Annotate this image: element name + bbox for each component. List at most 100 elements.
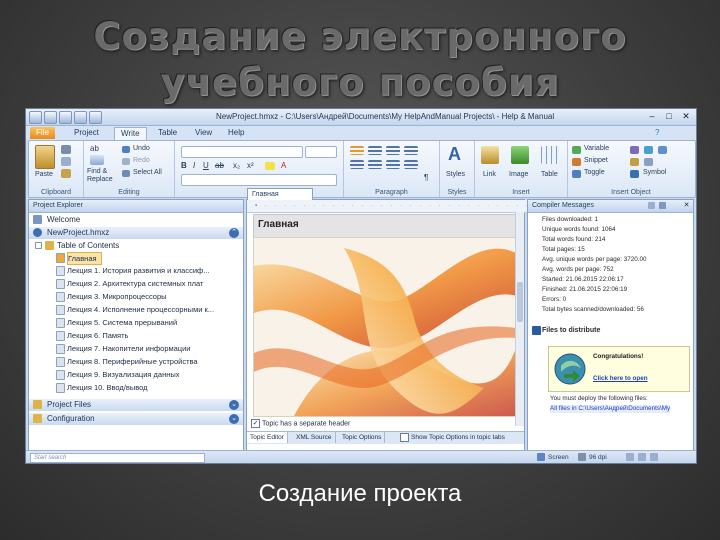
- symbol-icon[interactable]: [630, 170, 639, 178]
- topic-item[interactable]: Лекция 5. Система прерываний: [67, 317, 177, 328]
- scrollbar-thumb[interactable]: [517, 282, 523, 322]
- table-icon[interactable]: [541, 146, 559, 164]
- copy-messages-icon[interactable]: [648, 202, 655, 209]
- field-icon[interactable]: [644, 158, 653, 166]
- table-button[interactable]: Table: [541, 171, 558, 178]
- welcome-item[interactable]: Welcome: [47, 214, 80, 225]
- tab-table[interactable]: Table: [152, 127, 183, 139]
- snippet-icon[interactable]: [572, 158, 581, 166]
- image-button[interactable]: Image: [509, 171, 528, 178]
- link-icon[interactable]: [481, 146, 499, 164]
- save-icon[interactable]: [44, 111, 57, 124]
- style-dropdown[interactable]: [181, 174, 337, 186]
- strikethrough-icon[interactable]: ab: [215, 161, 224, 170]
- project-files-row[interactable]: Project Files ⌄: [29, 399, 243, 411]
- pilcrow-icon[interactable]: ¶: [424, 173, 428, 182]
- cut-icon[interactable]: [61, 145, 71, 154]
- undo-icon[interactable]: [122, 146, 130, 153]
- outdent-icon[interactable]: [404, 146, 418, 155]
- font-size-dropdown[interactable]: [305, 146, 337, 158]
- paste-button[interactable]: Paste: [35, 171, 53, 178]
- topic-item[interactable]: Лекция 2. Архитектура системных плат: [67, 278, 203, 289]
- close-icon[interactable]: ✕: [679, 111, 693, 122]
- font-color-icon[interactable]: A: [281, 161, 286, 170]
- object-icon[interactable]: [630, 146, 639, 154]
- topic-item[interactable]: Лекция 1. История развития и классиф...: [67, 265, 209, 276]
- redo-quick-icon[interactable]: [74, 111, 87, 124]
- screen-label[interactable]: Screen: [548, 454, 569, 461]
- undo-button[interactable]: Undo: [133, 145, 150, 152]
- topic-item[interactable]: Лекция 4. Исполнение процессорными к...: [67, 304, 214, 315]
- select-all-button[interactable]: Select All: [133, 169, 162, 176]
- view-print-icon[interactable]: [650, 453, 658, 461]
- topic-item[interactable]: Лекция 9. Визуализация данных: [67, 369, 180, 380]
- maximize-icon[interactable]: □: [662, 111, 676, 122]
- show-topic-options-toggle[interactable]: Show Topic Options in topic tabs: [397, 432, 508, 443]
- chevron-up-icon[interactable]: ⌃: [229, 228, 239, 238]
- chevron-down-icon[interactable]: ⌄: [229, 414, 239, 424]
- variable-icon[interactable]: [572, 146, 581, 154]
- toc-item[interactable]: Table of Contents: [57, 240, 119, 251]
- topic-item[interactable]: Главная: [67, 252, 102, 265]
- font-name-dropdown[interactable]: [181, 146, 303, 158]
- search-input[interactable]: Start search: [30, 453, 205, 463]
- compile-quick-icon[interactable]: [89, 111, 102, 124]
- tab-view[interactable]: View: [189, 127, 218, 139]
- bold-icon[interactable]: B: [181, 161, 187, 170]
- underline-icon[interactable]: U: [203, 161, 209, 170]
- toggle-icon[interactable]: [572, 170, 581, 178]
- configuration-row[interactable]: Configuration ⌄: [29, 413, 243, 425]
- numbering-icon[interactable]: [368, 146, 382, 155]
- undo-quick-icon[interactable]: [59, 111, 72, 124]
- click-here-link[interactable]: Click here to open: [593, 375, 648, 383]
- tab-help[interactable]: Help: [222, 127, 250, 139]
- styles-button[interactable]: Styles: [446, 171, 465, 178]
- toc-icon[interactable]: [658, 146, 667, 154]
- italic-icon[interactable]: I: [193, 161, 195, 170]
- image-icon[interactable]: [511, 146, 529, 164]
- indent-icon[interactable]: [386, 146, 400, 155]
- chevron-down-icon[interactable]: ⌄: [229, 400, 239, 410]
- redo-icon[interactable]: [122, 158, 130, 165]
- find-replace-icon[interactable]: [90, 155, 104, 165]
- minimize-icon[interactable]: –: [645, 111, 659, 122]
- tab-file[interactable]: File: [30, 127, 55, 139]
- toggle-button[interactable]: Toggle: [584, 169, 605, 176]
- ruler[interactable]: ▪ · · · · · · · · · · · · · · · · · · · …: [247, 200, 532, 213]
- highlight-icon[interactable]: [265, 162, 275, 170]
- topic-item[interactable]: Лекция 3. Микропроцессоры: [67, 291, 167, 302]
- topic-item[interactable]: Лекция 8. Периферийные устройства: [67, 356, 198, 367]
- view-normal-icon[interactable]: [626, 453, 634, 461]
- project-root-row[interactable]: NewProject.hmxz ⌃: [29, 227, 243, 239]
- collapse-toc-icon[interactable]: [35, 242, 42, 249]
- find-replace-button[interactable]: Find & Replace: [87, 168, 117, 184]
- tab-topic-editor[interactable]: Topic Editor: [247, 432, 288, 443]
- superscript-icon[interactable]: x²: [247, 161, 254, 170]
- symbol-button[interactable]: Symbol: [643, 169, 666, 176]
- deploy-file-link[interactable]: All files in C:\Users\Андрей\Documents\M…: [550, 405, 671, 413]
- topic-item[interactable]: Лекция 7. Накопители информации: [67, 343, 191, 354]
- format-painter-icon[interactable]: [61, 169, 71, 178]
- align-right-icon[interactable]: [386, 160, 400, 169]
- comment-icon[interactable]: [630, 158, 639, 166]
- topic-item[interactable]: Лекция 6. Память: [67, 330, 128, 341]
- subscript-icon[interactable]: x₂: [233, 161, 240, 170]
- align-left-icon[interactable]: [350, 160, 364, 169]
- snippet-button[interactable]: Snippet: [584, 157, 608, 164]
- save-messages-icon[interactable]: [659, 202, 666, 209]
- view-wide-icon[interactable]: [638, 453, 646, 461]
- video-icon[interactable]: [644, 146, 653, 154]
- app-icon[interactable]: [29, 111, 42, 124]
- show-topic-options-checkbox[interactable]: [400, 432, 409, 442]
- paste-icon[interactable]: [35, 145, 55, 169]
- close-panel-icon[interactable]: ✕: [683, 202, 690, 209]
- justify-icon[interactable]: [404, 160, 418, 169]
- tab-project[interactable]: Project: [68, 127, 105, 139]
- variable-button[interactable]: Variable: [584, 145, 609, 152]
- copy-icon[interactable]: [61, 157, 71, 166]
- help-question-icon[interactable]: ?: [652, 127, 662, 139]
- find-ab-icon[interactable]: ab: [90, 144, 99, 153]
- tab-topic-options[interactable]: Topic Options: [339, 432, 386, 443]
- dpi-label[interactable]: 96 dpi: [589, 454, 607, 461]
- tab-xml-source[interactable]: XML Source: [293, 432, 336, 443]
